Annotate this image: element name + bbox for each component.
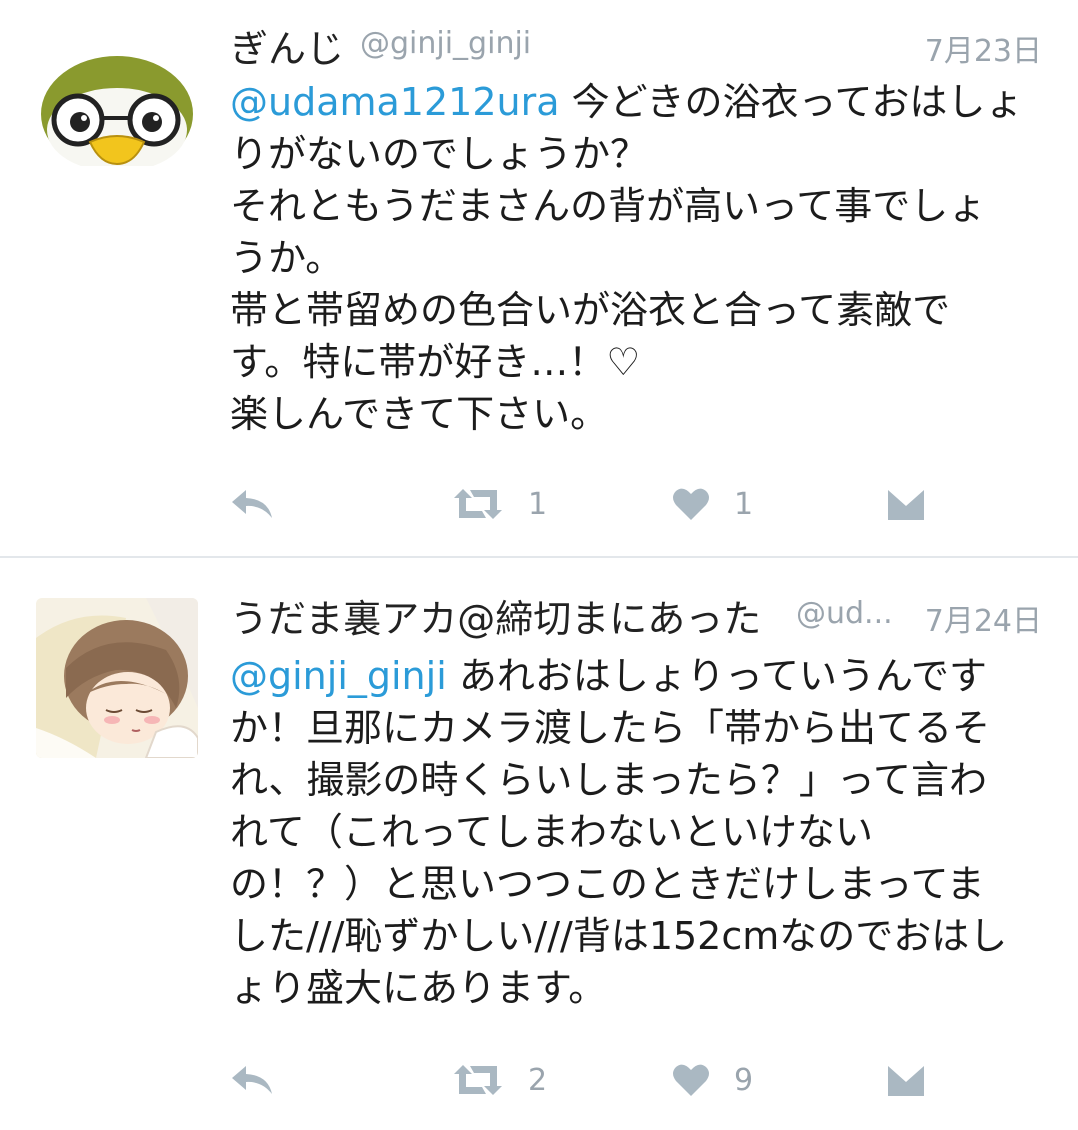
tweet-text-line: れて（これってしまわないといけない	[230, 810, 873, 854]
display-name[interactable]: うだま裏アカ@締切まにあった	[230, 588, 761, 643]
username[interactable]: @ginji_ginji	[360, 26, 531, 61]
avatar[interactable]	[36, 598, 198, 758]
tweet-header: ぎんじ @ginji_ginji 7月23日	[230, 18, 1042, 74]
display-name[interactable]: ぎんじ	[230, 18, 344, 73]
tweet-text: @udama1212ura 今どきの浴衣っておはしょ りがないのでしょうか？ そ…	[230, 76, 1042, 440]
retweet-icon	[454, 1065, 502, 1095]
username[interactable]: @ud...	[796, 596, 892, 631]
tweet-text-line: す。特に帯が好き…！♡	[230, 340, 641, 384]
tweet[interactable]: ぎんじ @ginji_ginji 7月23日 @udama1212ura 今どき…	[0, 0, 1078, 556]
tweet-text-line: りがないのでしょうか？	[230, 132, 649, 176]
heart-icon	[673, 488, 709, 520]
reply-icon	[232, 490, 272, 518]
tweet-text-fragment: あれおはしょりっていうんです	[446, 654, 988, 698]
sleeping-girl-icon	[36, 598, 198, 758]
tweet-text-line: 楽しんできて下さい。	[230, 392, 609, 436]
mention-link[interactable]: @udama1212ura	[230, 80, 560, 124]
direct-message-button[interactable]	[886, 482, 926, 526]
avatar[interactable]	[38, 38, 196, 166]
tweet-actions: 2 9	[230, 1058, 990, 1102]
tweet-text-line: の！？）と思いつつこのときだけしまってま	[230, 862, 985, 906]
tweet-text-line: @udama1212ura 今どきの浴衣っておはしょ	[230, 76, 1042, 128]
tweet-text-fragment: 今どきの浴衣っておはしょ	[559, 80, 1024, 124]
envelope-icon	[887, 486, 925, 520]
tweet-text-line: した///恥ずかしい///背は152cmなのでおはし	[230, 914, 1008, 958]
tweet-text: @ginji_ginji あれおはしょりっていうんです か！旦那にカメラ渡したら…	[230, 650, 1042, 1014]
tweet-text-line: 帯と帯留めの色合いが浴衣と合って素敵で	[230, 288, 951, 332]
penguin-face-icon	[38, 38, 196, 166]
tweet-text-line: れ、撮影の時くらいしまったら？」って言わ	[230, 758, 987, 802]
mention-link[interactable]: @ginji_ginji	[230, 654, 447, 698]
retweet-button[interactable]: 2	[452, 1058, 547, 1102]
tweet[interactable]: うだま裏アカ@締切まにあった @ud... 7月24日 @ginji_ginji…	[0, 558, 1078, 1130]
tweet-text-line: @ginji_ginji あれおはしょりっていうんです	[230, 650, 1042, 702]
tweet-actions: 1 1	[230, 482, 990, 526]
like-count: 1	[734, 486, 754, 522]
envelope-icon	[887, 1062, 925, 1096]
timestamp[interactable]: 7月23日	[925, 26, 1042, 70]
reply-icon	[232, 1066, 272, 1094]
retweet-icon	[454, 489, 502, 519]
reply-button[interactable]	[230, 1058, 274, 1102]
heart-icon	[673, 1064, 709, 1096]
like-button[interactable]: 9	[672, 1058, 753, 1102]
direct-message-button[interactable]	[886, 1058, 926, 1102]
like-count: 9	[734, 1062, 754, 1098]
tweet-text-line: それともうだまさんの背が高いって事でしょ	[230, 184, 987, 228]
tweet-header: うだま裏アカ@締切まにあった @ud... 7月24日	[230, 588, 1042, 644]
retweet-count: 1	[528, 486, 548, 522]
tweet-text-line: ょり盛大にあります。	[230, 966, 607, 1010]
retweet-count: 2	[528, 1062, 548, 1098]
reply-button[interactable]	[230, 482, 274, 526]
tweet-text-line: うか。	[230, 236, 344, 280]
like-button[interactable]: 1	[672, 482, 753, 526]
retweet-button[interactable]: 1	[452, 482, 547, 526]
tweet-text-line: か！旦那にカメラ渡したら「帯から出てるそ	[230, 706, 991, 750]
timestamp[interactable]: 7月24日	[925, 596, 1042, 640]
